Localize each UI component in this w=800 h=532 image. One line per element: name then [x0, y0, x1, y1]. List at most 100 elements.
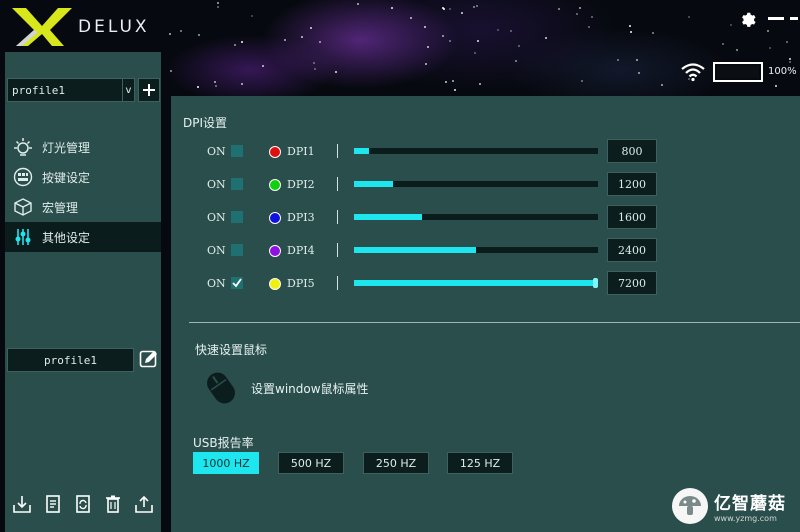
minimize-button[interactable]: [767, 8, 785, 28]
dpi-row: ON DPI5 7200: [171, 271, 800, 297]
dpi-slider[interactable]: [354, 278, 598, 288]
star: [356, 2, 359, 5]
mouse-properties-link[interactable]: 设置window鼠标属性: [251, 380, 369, 397]
dpi-row: ON DPI2 1200: [171, 172, 800, 198]
upload-icon[interactable]: [133, 493, 155, 515]
close-icon: [790, 16, 798, 20]
star: [241, 40, 244, 43]
star: [616, 58, 619, 61]
dpi-color-dot: [269, 146, 281, 158]
star: [410, 16, 413, 19]
macro-icon: [13, 197, 33, 217]
star: [518, 44, 521, 47]
star: [180, 29, 183, 32]
dpi-value-field[interactable]: 1600: [607, 205, 657, 229]
usb-rate-button[interactable]: 500 HZ: [278, 452, 344, 474]
add-profile-button[interactable]: [138, 78, 160, 102]
sidebar-item-keys[interactable]: 按键设定: [5, 162, 161, 192]
check-icon: [232, 278, 242, 288]
dpi-separator: [337, 210, 338, 224]
wifi-icon: [681, 63, 705, 82]
profile-dropdown[interactable]: profile1 v: [7, 78, 135, 102]
dpi-color-dot: [269, 212, 281, 224]
star: [766, 29, 769, 32]
dpi-slider[interactable]: [354, 181, 598, 187]
dpi-enable-checkbox[interactable]: [231, 277, 243, 289]
delux-x-logo-icon: [12, 8, 72, 46]
dpi-slider[interactable]: [354, 247, 598, 253]
star: [300, 36, 303, 39]
quick-settings-title: 快速设置鼠标: [195, 343, 268, 357]
star: [635, 58, 638, 61]
dpi-enable-checkbox[interactable]: [231, 145, 243, 157]
mushroom-logo-icon: [672, 488, 708, 524]
battery-percent: 100%: [768, 66, 797, 77]
star: [444, 81, 447, 84]
section-divider: [189, 322, 800, 323]
sidebar-item-other-settings[interactable]: 其他设定: [5, 222, 161, 252]
dpi-value-field[interactable]: 1200: [607, 172, 657, 196]
dpi-label: DPI5: [287, 277, 315, 290]
watermark-name: 亿智蘑菇: [714, 494, 786, 514]
import-icon[interactable]: [11, 493, 33, 515]
light-icon: [13, 137, 33, 157]
sidebar-item-lighting[interactable]: 灯光管理: [5, 132, 161, 162]
sidebar-item-label: 宏管理: [42, 200, 79, 215]
delete-icon[interactable]: [102, 493, 124, 515]
dpi-value-field[interactable]: 2400: [607, 238, 657, 262]
star: [426, 45, 429, 48]
refresh-icon[interactable]: [72, 493, 94, 515]
dpi-slider-fill: [354, 214, 423, 220]
keys-icon: [13, 167, 33, 187]
sidebar-menu: 灯光管理 按键设定 宏管理 其他设定: [5, 132, 161, 252]
star: [284, 38, 287, 41]
dpi-slider-handle[interactable]: [593, 278, 598, 288]
star: [514, 60, 517, 62]
dpi-enable-checkbox[interactable]: [231, 244, 243, 256]
sidebar-item-label: 灯光管理: [42, 140, 91, 155]
star: [423, 26, 426, 29]
star: [233, 43, 236, 46]
star: [688, 15, 691, 18]
dpi-value-field[interactable]: 7200: [607, 271, 657, 295]
dpi-section-title: DPI设置: [183, 116, 228, 130]
usb-rate-button[interactable]: 125 HZ: [447, 452, 513, 474]
dpi-slider[interactable]: [354, 214, 598, 220]
star: [197, 33, 200, 36]
star: [460, 11, 463, 14]
dpi-color-dot: [269, 245, 281, 257]
edit-profile-button[interactable]: [138, 348, 160, 370]
sidebar: profile1 v 灯光管理 按键设定 宏管理 其他设定 profile1: [5, 52, 161, 532]
star: [216, 1, 219, 4]
battery-indicator: [713, 62, 763, 82]
dpi-row: ON DPI4 2400: [171, 238, 800, 264]
star: [735, 48, 738, 51]
usb-rate-button[interactable]: 250 HZ: [363, 452, 429, 474]
dpi-label: DPI3: [287, 211, 315, 224]
mouse-icon: [207, 372, 235, 404]
brand-name: DELUX: [78, 17, 150, 37]
close-button[interactable]: [788, 8, 800, 28]
dpi-color-dot: [269, 278, 281, 290]
dpi-slider-fill: [354, 247, 476, 253]
usb-rate-button[interactable]: 1000 HZ: [193, 452, 259, 474]
chevron-down-icon[interactable]: v: [122, 79, 134, 101]
sidebar-item-macro[interactable]: 宏管理: [5, 192, 161, 222]
dpi-slider[interactable]: [354, 148, 598, 154]
profile-name-field[interactable]: profile1: [7, 348, 134, 372]
star: [785, 41, 788, 43]
dpi-label: DPI1: [287, 145, 315, 158]
dpi-value-field[interactable]: 800: [607, 139, 657, 163]
dpi-label: DPI4: [287, 244, 315, 257]
dpi-enable-checkbox[interactable]: [231, 178, 243, 190]
usb-report-rate-title: USB报告率: [193, 436, 254, 450]
dpi-separator: [337, 144, 338, 158]
star: [441, 34, 444, 37]
dpi-on-label: ON: [207, 211, 226, 224]
dpi-enable-checkbox[interactable]: [231, 211, 243, 223]
sliders-icon: [13, 227, 33, 247]
star: [424, 62, 427, 65]
dpi-on-label: ON: [207, 244, 226, 257]
settings-button[interactable]: [737, 8, 757, 28]
export-doc-icon[interactable]: [42, 493, 64, 515]
